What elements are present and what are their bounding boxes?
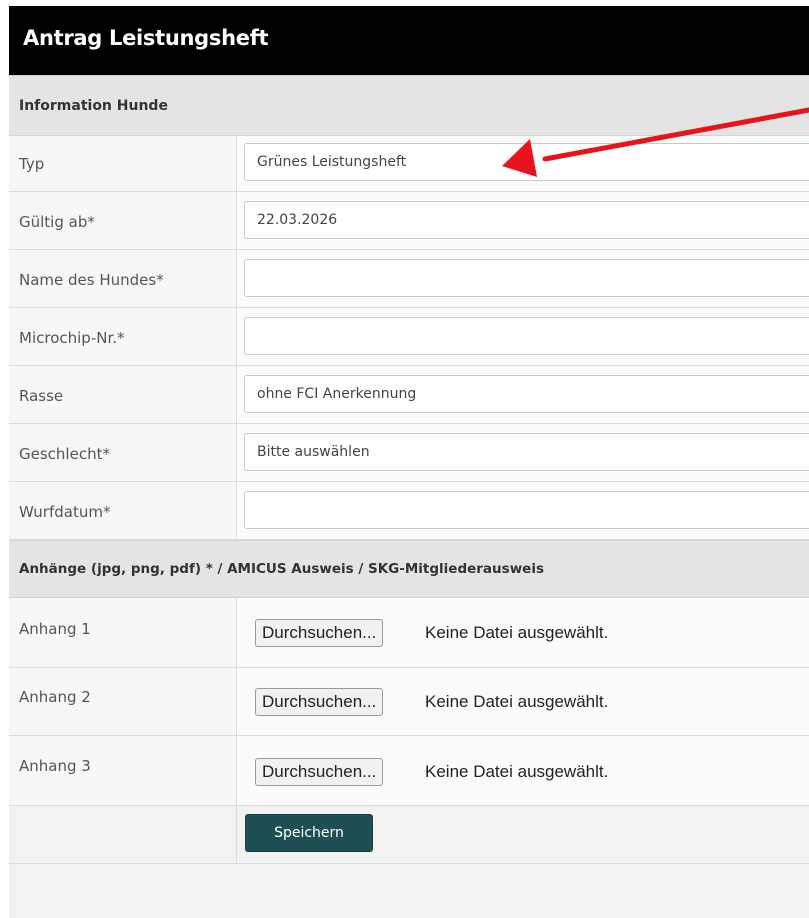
file-status-3: Keine Datei ausgewählt. xyxy=(425,762,609,781)
browse-button-3[interactable]: Durchsuchen... xyxy=(255,758,384,786)
section-title: Information Hunde xyxy=(19,98,168,114)
section-title: Anhänge (jpg, png, pdf) * / AMICUS Auswe… xyxy=(19,561,544,577)
label-rasse: Rasse xyxy=(19,387,64,405)
label-anhang-2: Anhang 2 xyxy=(19,688,91,706)
label-microchip: Microchip-Nr.* xyxy=(19,329,125,347)
row-typ: Typ Grünes Leistungsheft xyxy=(9,136,809,192)
geschlecht-select[interactable]: Bitte auswählen xyxy=(244,433,809,471)
row-microchip: Microchip-Nr.* xyxy=(9,308,809,366)
microchip-input[interactable] xyxy=(244,317,809,355)
page-title: Antrag Leistungsheft xyxy=(23,26,269,50)
rasse-select[interactable]: ohne FCI Anerkennung xyxy=(244,375,809,413)
row-save: Speichern xyxy=(9,806,809,864)
row-anhang-1: Anhang 1 Durchsuchen... Keine Datei ausg… xyxy=(9,598,809,668)
save-button[interactable]: Speichern xyxy=(245,814,373,852)
row-anhang-2: Anhang 2 Durchsuchen... Keine Datei ausg… xyxy=(9,668,809,736)
row-geschlecht: Geschlecht* Bitte auswählen xyxy=(9,424,809,482)
row-wurfdatum: Wurfdatum* xyxy=(9,482,809,540)
gueltig-ab-input[interactable]: 22.03.2026 xyxy=(244,201,809,239)
browse-button-1[interactable]: Durchsuchen... xyxy=(255,619,384,647)
name-des-hundes-input[interactable] xyxy=(244,259,809,297)
wurfdatum-input[interactable] xyxy=(244,491,809,529)
label-name-des-hundes: Name des Hundes* xyxy=(19,271,164,289)
label-wurfdatum: Wurfdatum* xyxy=(19,503,111,521)
page-header: Antrag Leistungsheft xyxy=(9,6,809,75)
browse-button-2[interactable]: Durchsuchen... xyxy=(255,688,384,716)
section-anhaenge: Anhänge (jpg, png, pdf) * / AMICUS Auswe… xyxy=(9,540,809,598)
label-typ: Typ xyxy=(19,155,45,173)
row-rasse: Rasse ohne FCI Anerkennung xyxy=(9,366,809,424)
label-anhang-1: Anhang 1 xyxy=(19,620,91,638)
row-gueltig-ab: Gültig ab* 22.03.2026 xyxy=(9,192,809,250)
label-anhang-3: Anhang 3 xyxy=(19,757,91,775)
section-information-hunde: Information Hunde xyxy=(9,75,809,136)
file-status-1: Keine Datei ausgewählt. xyxy=(425,623,609,642)
row-name-des-hundes: Name des Hundes* xyxy=(9,250,809,308)
label-geschlecht: Geschlecht* xyxy=(19,445,110,463)
row-anhang-3: Anhang 3 Durchsuchen... Keine Datei ausg… xyxy=(9,736,809,806)
label-gueltig-ab: Gültig ab* xyxy=(19,213,95,231)
file-status-2: Keine Datei ausgewählt. xyxy=(425,692,609,711)
typ-select[interactable]: Grünes Leistungsheft xyxy=(244,143,809,181)
form-panel: Antrag Leistungsheft Information Hunde T… xyxy=(9,6,809,918)
